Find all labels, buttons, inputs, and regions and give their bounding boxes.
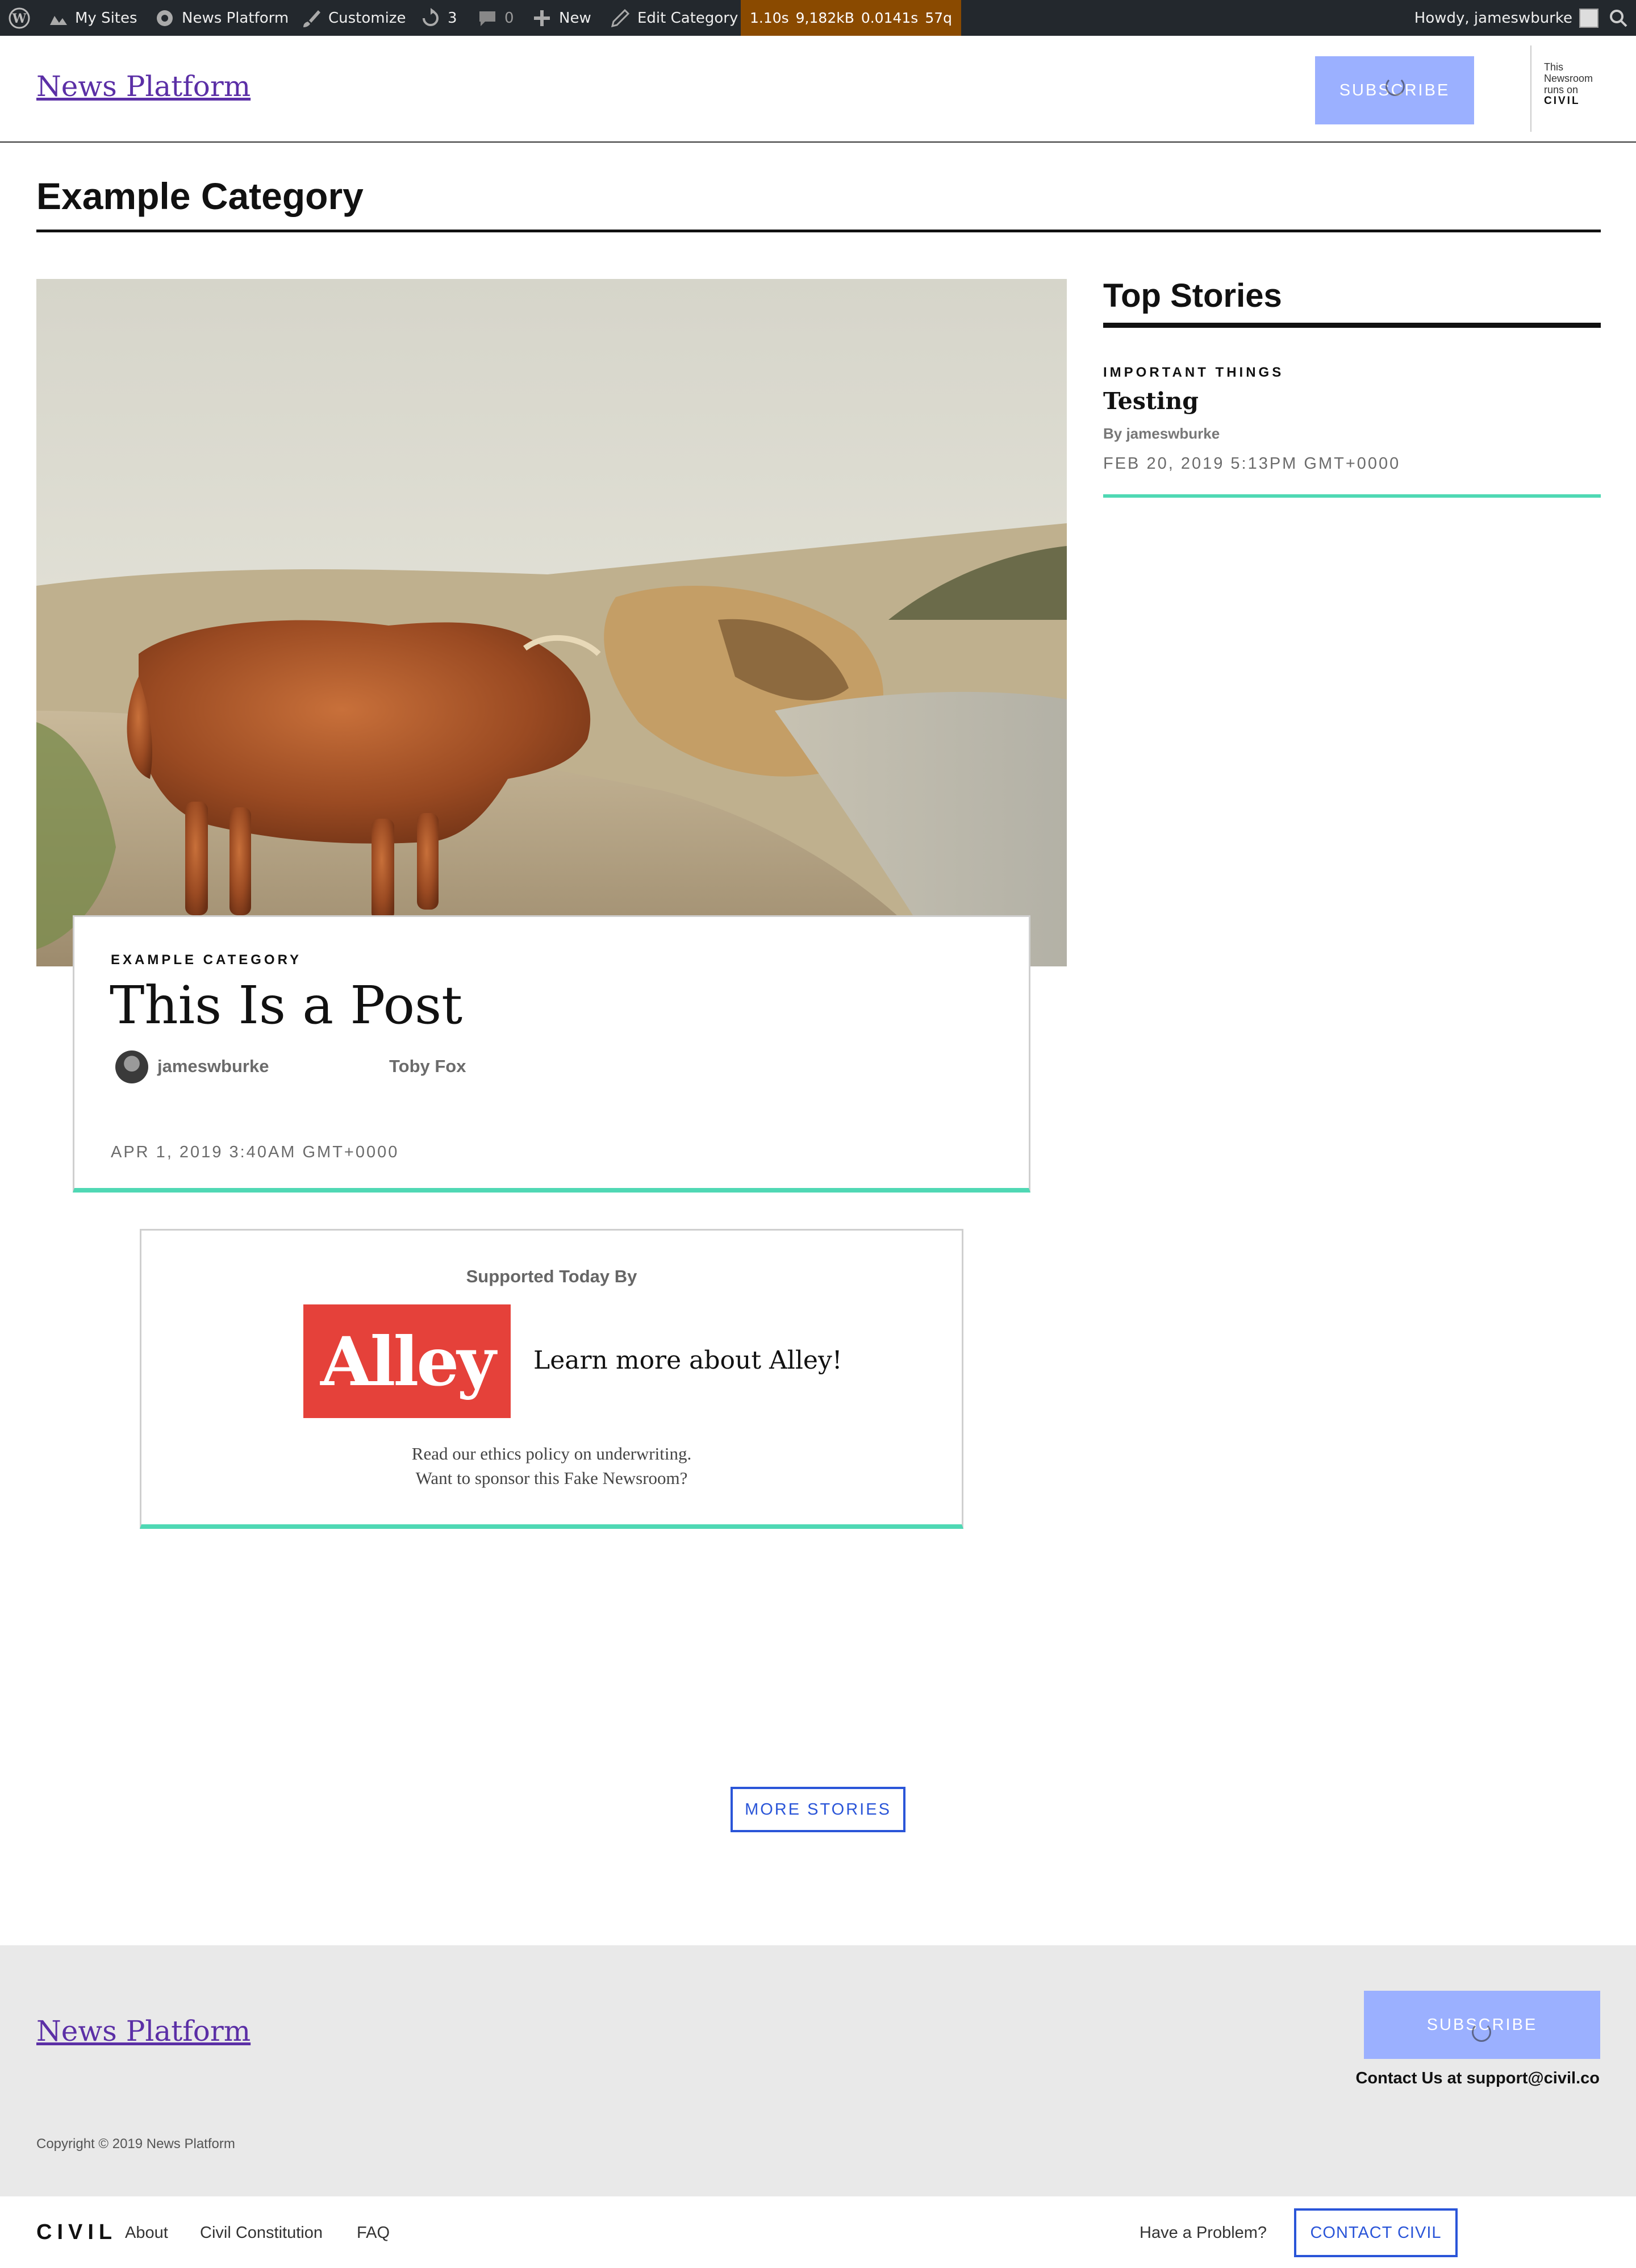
comments-link[interactable]: 0 [477,0,514,36]
search-icon[interactable] [1609,0,1628,36]
site-footer: News Platform SUBSCRIBE Contact Us at su… [0,1945,1636,2196]
comments-count: 0 [504,9,514,27]
author-link[interactable]: jameswburke [157,1056,269,1077]
customize-label: Customize [328,9,406,27]
civil-link-about[interactable]: About [125,2224,168,2242]
updates-link[interactable]: 3 [420,0,457,36]
svg-text:W: W [12,11,27,26]
top-stories-divider [1103,323,1601,328]
top-story-kicker[interactable]: IMPORTANT THINGS [1103,365,1284,381]
wordpress-icon[interactable]: W [8,0,31,36]
perf-query-time: 0.0141s [861,10,919,26]
civil-brand: CIVIL [1544,95,1580,107]
edit-category-link[interactable]: Edit Category [610,0,738,36]
civil-link-constitution[interactable]: Civil Constitution [200,2224,323,2242]
sponsor-label: Supported Today By [466,1266,637,1286]
copyright-text: Copyright © 2019 News Platform [36,2136,235,2152]
top-stories-heading: Top Stories [1103,277,1282,314]
footer-site-title-link[interactable]: News Platform [36,2015,251,2048]
post-title[interactable]: This Is a Post [110,975,462,1036]
perf-memory: 9,182kB [795,10,854,26]
civil-runs-line: Newsroom [1544,73,1593,84]
my-account-menu[interactable]: Howdy, jameswburke [1414,0,1599,36]
updates-count: 3 [448,9,457,27]
my-sites-menu[interactable]: My Sites [48,0,137,36]
my-sites-label: My Sites [75,9,137,27]
civil-runs-line: runs on [1544,84,1579,95]
ethics-policy-link[interactable]: Read our ethics policy on underwriting. [141,1444,962,1464]
subscribe-button[interactable]: SUBSCRIBE [1315,56,1474,124]
updates-icon [423,7,439,26]
loading-spinner-icon [1472,2023,1491,2042]
plus-icon [534,10,550,26]
dashboard-icon [157,10,173,26]
problem-text: Have a Problem? [1140,2224,1267,2242]
top-story-date: FEB 20, 2019 5:13PM GMT+0000 [1103,455,1401,473]
page-title: Example Category [36,175,364,217]
post-date: APR 1, 2019 3:40AM GMT+0000 [111,1143,399,1161]
civil-logo[interactable]: CIVIL [36,2220,117,2245]
site-header: News Platform SUBSCRIBE This Newsroom ru… [0,36,1636,143]
site-name-label: News Platform [182,9,289,27]
footer-contact-link[interactable]: Contact Us at support@civil.co [1355,2069,1600,2088]
customize-link[interactable]: Customize [301,0,406,36]
footer-subscribe-button[interactable]: SUBSCRIBE [1364,1991,1600,2059]
featured-image[interactable] [36,279,1067,966]
new-content-menu[interactable]: New [532,0,591,36]
my-sites-icon [50,15,67,25]
more-stories-button[interactable]: MORE STORIES [731,1787,905,1832]
top-story-item[interactable]: IMPORTANT THINGS Testing By jameswburke … [1103,360,1601,498]
civil-runs-badge[interactable]: This Newsroom runs on CIVIL [1530,45,1636,132]
site-title-link[interactable]: News Platform [36,70,251,103]
contact-civil-button[interactable]: CONTACT CIVIL [1294,2208,1458,2257]
sponsor-logo-text: Alley [320,1321,496,1401]
pencil-icon [611,9,630,27]
post-category-kicker[interactable]: EXAMPLE CATEGORY [111,952,302,968]
site-name-menu[interactable]: News Platform [155,0,289,36]
brush-icon [303,10,320,27]
contact-civil-label: CONTACT CIVIL [1310,2223,1442,2242]
featured-post-card[interactable]: EXAMPLE CATEGORY This Is a Post jameswbu… [73,915,1030,1193]
sponsor-cta-link[interactable]: Learn more about Alley! [533,1346,842,1375]
loading-spinner-icon [1385,77,1405,96]
civil-runs-line: This [1544,61,1564,73]
comment-icon [479,11,495,26]
howdy-label: Howdy, jameswburke [1414,9,1572,27]
perf-queries: 57q [925,10,952,26]
edit-category-label: Edit Category [637,9,738,27]
title-divider [36,230,1601,232]
new-label: New [559,9,591,27]
sponsor-inquiry-link[interactable]: Want to sponsor this Fake Newsroom? [141,1468,962,1489]
top-story-headline[interactable]: Testing [1103,387,1199,415]
civil-footer-bar: CIVIL About Civil Constitution FAQ Have … [0,2196,1636,2268]
author-avatar [115,1050,148,1083]
civil-link-faq[interactable]: FAQ [357,2224,390,2242]
perf-time: 1.10s [749,10,789,26]
query-monitor-stats[interactable]: 1.10s 9,182kB 0.0141s 57q [741,0,961,36]
top-story-byline[interactable]: By jameswburke [1103,425,1220,443]
more-stories-label: MORE STORIES [745,1800,891,1819]
user-avatar [1579,8,1599,28]
sponsor-logo[interactable]: Alley [303,1304,511,1418]
coauthor-link[interactable]: Toby Fox [389,1056,466,1077]
admin-bar: W My Sites News Platform Customize 3 0 N… [0,0,1636,36]
sponsor-box: Supported Today By Alley Learn more abou… [140,1229,963,1529]
